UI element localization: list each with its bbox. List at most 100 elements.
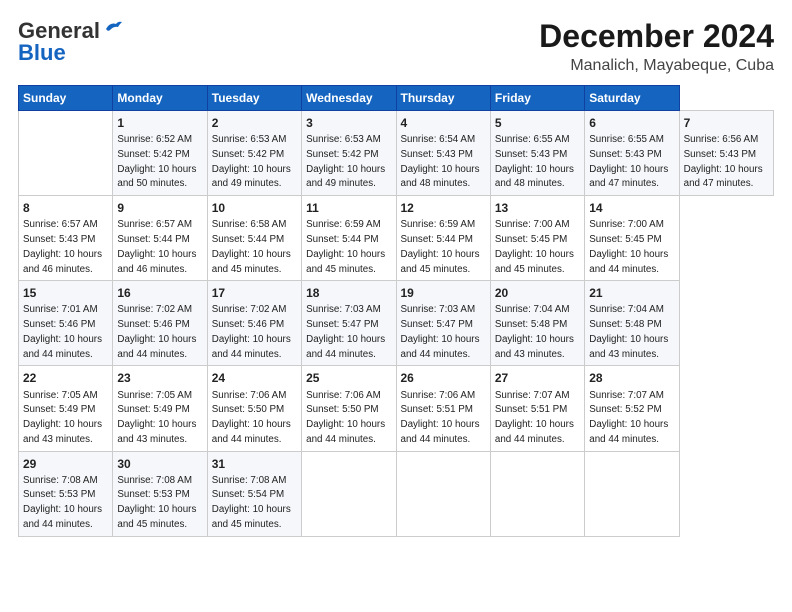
day-number: 8 <box>23 200 108 216</box>
logo: General Blue <box>18 18 124 66</box>
table-row: 9 Sunrise: 6:57 AMSunset: 5:44 PMDaylight… <box>113 196 207 281</box>
day-info: Sunrise: 7:08 AMSunset: 5:54 PMDaylight:… <box>212 475 291 530</box>
day-number: 3 <box>306 115 391 131</box>
table-row: 17Sunrise: 7:02 AMSunset: 5:46 PMDayligh… <box>207 281 301 366</box>
day-info: Sunrise: 6:58 AMSunset: 5:44 PMDaylight:… <box>212 219 291 274</box>
table-row: 10 Sunrise: 6:58 AMSunset: 5:44 PMDayligh… <box>207 196 301 281</box>
table-row: 24 Sunrise: 7:06 AMSunset: 5:50 PMDayligh… <box>207 366 301 451</box>
day-number: 23 <box>117 370 202 386</box>
day-number: 24 <box>212 370 297 386</box>
day-info: Sunrise: 7:07 AMSunset: 5:52 PMDaylight:… <box>589 390 668 445</box>
day-info: Sunrise: 7:05 AMSunset: 5:49 PMDaylight:… <box>23 390 102 445</box>
day-number: 2 <box>212 115 297 131</box>
day-number: 1 <box>117 115 202 131</box>
day-info: Sunrise: 7:07 AMSunset: 5:51 PMDaylight:… <box>495 390 574 445</box>
table-row: 19 Sunrise: 7:03 AMSunset: 5:47 PMDayligh… <box>396 281 490 366</box>
main-title: December 2024 <box>539 18 774 55</box>
day-number: 4 <box>401 115 486 131</box>
day-info: Sunrise: 7:04 AMSunset: 5:48 PMDaylight:… <box>589 304 668 359</box>
table-row: 20Sunrise: 7:04 AMSunset: 5:48 PMDayligh… <box>490 281 584 366</box>
day-number: 12 <box>401 200 486 216</box>
day-info: Sunrise: 7:06 AMSunset: 5:51 PMDaylight:… <box>401 390 480 445</box>
day-info: Sunrise: 6:53 AMSunset: 5:42 PMDaylight:… <box>212 134 291 189</box>
day-number: 29 <box>23 456 108 472</box>
day-number: 5 <box>495 115 580 131</box>
day-info: Sunrise: 6:53 AMSunset: 5:42 PMDaylight:… <box>306 134 385 189</box>
day-number: 22 <box>23 370 108 386</box>
day-number: 13 <box>495 200 580 216</box>
table-row: 22 Sunrise: 7:05 AMSunset: 5:49 PMDayligh… <box>19 366 113 451</box>
day-info: Sunrise: 6:59 AMSunset: 5:44 PMDaylight:… <box>306 219 385 274</box>
day-info: Sunrise: 6:59 AMSunset: 5:44 PMDaylight:… <box>401 219 480 274</box>
day-info: Sunrise: 7:08 AMSunset: 5:53 PMDaylight:… <box>23 475 102 530</box>
day-number: 11 <box>306 200 391 216</box>
day-number: 18 <box>306 285 391 301</box>
day-number: 31 <box>212 456 297 472</box>
day-info: Sunrise: 6:57 AMSunset: 5:44 PMDaylight:… <box>117 219 196 274</box>
day-info: Sunrise: 7:06 AMSunset: 5:50 PMDaylight:… <box>212 390 291 445</box>
day-info: Sunrise: 7:03 AMSunset: 5:47 PMDaylight:… <box>306 304 385 359</box>
calendar-table: Sunday Monday Tuesday Wednesday Thursday… <box>18 85 774 537</box>
day-number: 7 <box>684 115 769 131</box>
table-row <box>396 451 490 536</box>
table-row: 16 Sunrise: 7:02 AMSunset: 5:46 PMDayligh… <box>113 281 207 366</box>
table-row: 30 Sunrise: 7:08 AMSunset: 5:53 PMDayligh… <box>113 451 207 536</box>
table-row <box>490 451 584 536</box>
day-number: 27 <box>495 370 580 386</box>
table-row: 2 Sunrise: 6:53 AMSunset: 5:42 PMDaylight… <box>207 111 301 196</box>
day-info: Sunrise: 6:55 AMSunset: 5:43 PMDaylight:… <box>495 134 574 189</box>
day-info: Sunrise: 7:00 AMSunset: 5:45 PMDaylight:… <box>495 219 574 274</box>
col-friday: Friday <box>490 86 584 111</box>
table-row: 31 Sunrise: 7:08 AMSunset: 5:54 PMDayligh… <box>207 451 301 536</box>
day-number: 30 <box>117 456 202 472</box>
table-row: 28 Sunrise: 7:07 AMSunset: 5:52 PMDayligh… <box>585 366 679 451</box>
table-row: 11 Sunrise: 6:59 AMSunset: 5:44 PMDayligh… <box>302 196 396 281</box>
page-header: General Blue December 2024 Manalich, May… <box>18 18 774 75</box>
table-row: 7Sunrise: 6:56 AMSunset: 5:43 PMDaylight… <box>679 111 773 196</box>
day-info: Sunrise: 7:01 AMSunset: 5:46 PMDaylight:… <box>23 304 102 359</box>
day-number: 10 <box>212 200 297 216</box>
table-row: 14 Sunrise: 7:00 AMSunset: 5:45 PMDayligh… <box>585 196 679 281</box>
day-number: 19 <box>401 285 486 301</box>
table-row <box>302 451 396 536</box>
col-thursday: Thursday <box>396 86 490 111</box>
table-row: 6Sunrise: 6:55 AMSunset: 5:43 PMDaylight… <box>585 111 679 196</box>
subtitle: Manalich, Mayabeque, Cuba <box>539 57 774 75</box>
day-info: Sunrise: 7:03 AMSunset: 5:47 PMDaylight:… <box>401 304 480 359</box>
table-row: 15Sunrise: 7:01 AMSunset: 5:46 PMDayligh… <box>19 281 113 366</box>
col-monday: Monday <box>113 86 207 111</box>
logo-blue: Blue <box>18 40 66 66</box>
day-info: Sunrise: 6:57 AMSunset: 5:43 PMDaylight:… <box>23 219 102 274</box>
col-tuesday: Tuesday <box>207 86 301 111</box>
day-number: 14 <box>589 200 674 216</box>
table-row: 23Sunrise: 7:05 AMSunset: 5:49 PMDayligh… <box>113 366 207 451</box>
table-row: 21Sunrise: 7:04 AMSunset: 5:48 PMDayligh… <box>585 281 679 366</box>
day-number: 16 <box>117 285 202 301</box>
day-number: 9 <box>117 200 202 216</box>
day-number: 28 <box>589 370 674 386</box>
calendar-header-row: Sunday Monday Tuesday Wednesday Thursday… <box>19 86 774 111</box>
day-info: Sunrise: 7:02 AMSunset: 5:46 PMDaylight:… <box>212 304 291 359</box>
table-row: 12 Sunrise: 6:59 AMSunset: 5:44 PMDayligh… <box>396 196 490 281</box>
col-saturday: Saturday <box>585 86 679 111</box>
logo-bird-icon <box>102 20 124 38</box>
day-info: Sunrise: 6:54 AMSunset: 5:43 PMDaylight:… <box>401 134 480 189</box>
table-row: 29 Sunrise: 7:08 AMSunset: 5:53 PMDayligh… <box>19 451 113 536</box>
col-sunday: Sunday <box>19 86 113 111</box>
day-info: Sunrise: 7:00 AMSunset: 5:45 PMDaylight:… <box>589 219 668 274</box>
table-row: 27 Sunrise: 7:07 AMSunset: 5:51 PMDayligh… <box>490 366 584 451</box>
day-info: Sunrise: 7:02 AMSunset: 5:46 PMDaylight:… <box>117 304 196 359</box>
day-number: 20 <box>495 285 580 301</box>
empty-cell <box>19 111 113 196</box>
table-row: 25Sunrise: 7:06 AMSunset: 5:50 PMDayligh… <box>302 366 396 451</box>
day-number: 25 <box>306 370 391 386</box>
table-row: 5 Sunrise: 6:55 AMSunset: 5:43 PMDaylight… <box>490 111 584 196</box>
table-row: 1Sunrise: 6:52 AMSunset: 5:42 PMDaylight… <box>113 111 207 196</box>
day-info: Sunrise: 7:08 AMSunset: 5:53 PMDaylight:… <box>117 475 196 530</box>
day-number: 26 <box>401 370 486 386</box>
table-row: 18 Sunrise: 7:03 AMSunset: 5:47 PMDayligh… <box>302 281 396 366</box>
table-row <box>585 451 679 536</box>
table-row: 4 Sunrise: 6:54 AMSunset: 5:43 PMDaylight… <box>396 111 490 196</box>
calendar-week-row: 1Sunrise: 6:52 AMSunset: 5:42 PMDaylight… <box>19 111 774 196</box>
calendar-week-row: 15Sunrise: 7:01 AMSunset: 5:46 PMDayligh… <box>19 281 774 366</box>
